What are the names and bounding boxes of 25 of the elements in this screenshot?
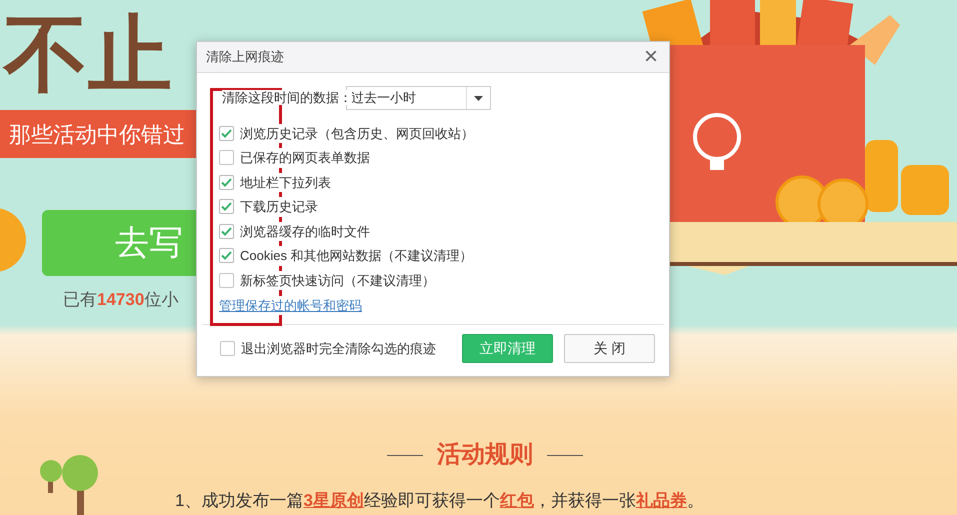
- range-label: 清除这段时间的数据：: [222, 90, 352, 105]
- section-title: 活动规则: [437, 440, 533, 470]
- checkbox[interactable]: [219, 150, 234, 166]
- option-label: 浏览器缓存的临时文件: [240, 222, 370, 241]
- caret-icon: [474, 96, 483, 100]
- option-label: 已保存的网页表单数据: [240, 148, 370, 168]
- banner-text: 那些活动中你错过: [9, 120, 185, 148]
- option-label: 下载历史记录: [240, 197, 318, 216]
- rule-text: 1、成功发布一篇3星原创经验即可获得一个红包，并获得一张礼品券。: [175, 490, 704, 512]
- exit-option-label: 退出浏览器时完全清除勾选的痕迹: [241, 340, 437, 358]
- time-range-dropdown[interactable]: 过去一小时: [346, 86, 491, 110]
- close-dialog-button[interactable]: 关 闭: [564, 334, 655, 363]
- headline: 不止: [4, 12, 172, 96]
- option-label: 地址栏下拉列表: [240, 172, 331, 192]
- participants-text: 已有14730位小: [63, 289, 178, 311]
- close-button[interactable]: ×: [639, 45, 663, 69]
- checkbox[interactable]: [219, 248, 234, 264]
- checkbox[interactable]: [219, 199, 234, 214]
- checkbox[interactable]: [219, 224, 234, 239]
- manage-accounts-link[interactable]: 管理保存过的帐号和密码: [219, 296, 362, 315]
- dialog-title: 清除上网痕迹: [206, 48, 284, 66]
- checkbox[interactable]: [220, 341, 235, 356]
- checkbox[interactable]: [219, 272, 234, 288]
- checkbox[interactable]: [219, 126, 234, 141]
- checkbox[interactable]: [219, 174, 234, 190]
